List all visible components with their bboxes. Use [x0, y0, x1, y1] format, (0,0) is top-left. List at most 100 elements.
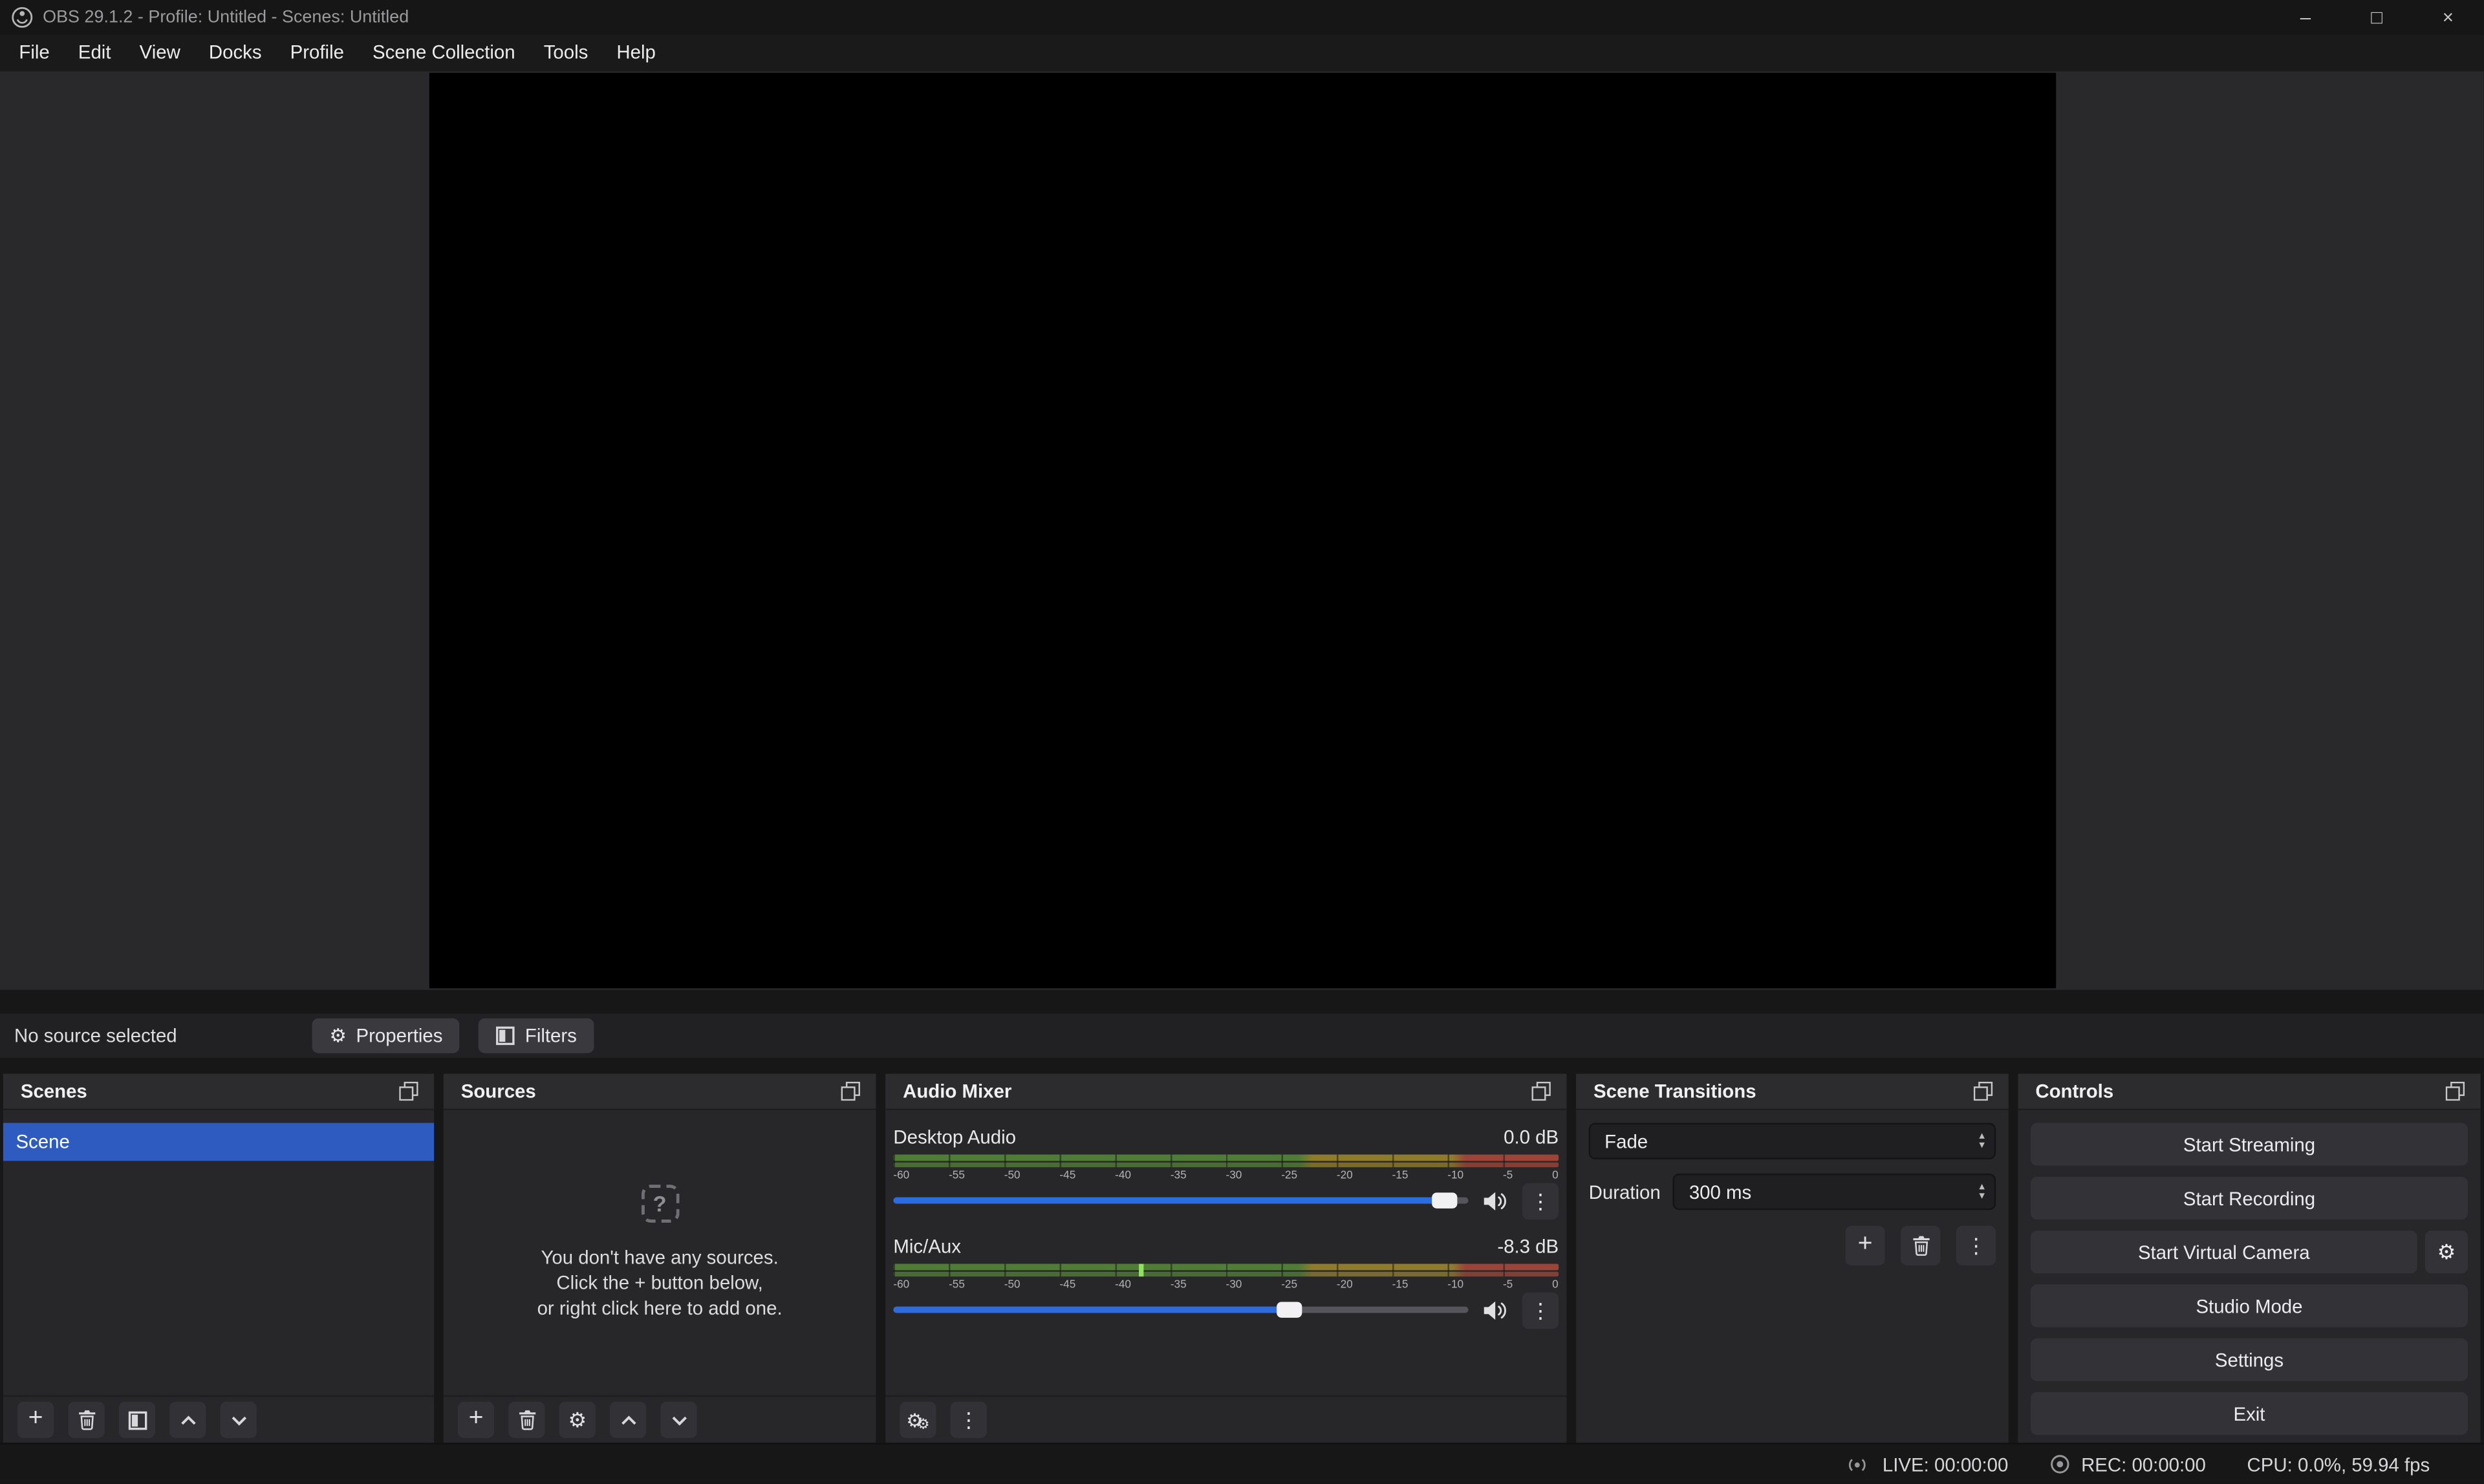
slider-handle[interactable]: [1277, 1302, 1302, 1317]
scene-transitions-panel-header[interactable]: Scene Transitions: [1576, 1074, 2009, 1110]
chevron-down-icon: [229, 1414, 248, 1426]
meter-tick: -10: [1447, 1169, 1463, 1183]
mixer-options-button[interactable]: ⋮: [951, 1402, 987, 1438]
move-source-down-button[interactable]: [660, 1402, 697, 1438]
sources-panel-header[interactable]: Sources: [444, 1074, 876, 1110]
plus-icon: +: [469, 1406, 484, 1431]
menu-item-file[interactable]: File: [5, 35, 63, 71]
filters-button[interactable]: Filters: [479, 1018, 594, 1053]
remove-scene-button[interactable]: [68, 1402, 104, 1438]
slider-handle[interactable]: [1432, 1192, 1458, 1208]
studio-mode-button[interactable]: Studio Mode: [2031, 1284, 2468, 1327]
remove-source-button[interactable]: [508, 1402, 545, 1438]
meter-tick: -5: [1503, 1169, 1513, 1183]
speaker-icon: [1483, 1300, 1508, 1320]
meter-tick: -50: [1004, 1278, 1021, 1293]
popout-icon[interactable]: [1529, 1079, 1554, 1104]
gear-icon: ⚙: [568, 1410, 587, 1430]
audio-mixer-panel-header[interactable]: Audio Mixer: [885, 1074, 1566, 1110]
transition-select[interactable]: Fade ▴▾: [1589, 1123, 1996, 1159]
live-time: LIVE: 00:00:00: [1883, 1453, 2008, 1475]
settings-button[interactable]: Settings: [2031, 1339, 2468, 1381]
docks-area: Scenes Scene +: [0, 1074, 2484, 1443]
popout-icon[interactable]: [838, 1079, 863, 1104]
statusbar: LIVE: 00:00:00 REC: 00:00:00 CPU: 0.0%, …: [0, 1443, 2484, 1484]
sources-empty-line: Click the + button below,: [556, 1270, 762, 1295]
mute-toggle-desktop-audio[interactable]: [1480, 1190, 1511, 1211]
properties-button[interactable]: ⚙ Properties: [312, 1018, 460, 1053]
mixer-channel-desktop-audio: Desktop Audio 0.0 dB -60-55-50-45-40-35-…: [893, 1124, 1559, 1213]
scenes-panel-header[interactable]: Scenes: [3, 1074, 434, 1110]
meter-tick: -35: [1171, 1278, 1187, 1293]
start-recording-button[interactable]: Start Recording: [2031, 1177, 2468, 1220]
duration-value: 300 ms: [1689, 1181, 1751, 1203]
transition-selected-value: Fade: [1604, 1130, 1648, 1152]
remove-transition-button[interactable]: [1901, 1226, 1940, 1265]
meter-tick: -15: [1392, 1278, 1409, 1293]
close-icon[interactable]: ×: [2412, 0, 2483, 35]
chevron-up-icon: [618, 1414, 637, 1426]
menu-item-docks[interactable]: Docks: [195, 35, 276, 71]
speaker-icon: [1483, 1190, 1508, 1211]
controls-panel: Controls Start Streaming Start Recording…: [2018, 1074, 2480, 1443]
volume-meter: [893, 1155, 1559, 1168]
exit-button[interactable]: Exit: [2031, 1392, 2468, 1435]
scene-list-item-selected[interactable]: Scene: [3, 1123, 434, 1161]
sources-empty-state[interactable]: ? You don't have any sources. Click the …: [444, 1110, 876, 1395]
preview-area: [0, 71, 2484, 990]
move-scene-down-button[interactable]: [220, 1402, 256, 1438]
scene-filters-icon: [127, 1410, 146, 1429]
channel-options-button[interactable]: ⋮: [1522, 1182, 1559, 1218]
scene-filters-button[interactable]: [119, 1402, 155, 1438]
menu-item-help[interactable]: Help: [602, 35, 670, 71]
meter-scale: -60-55-50-45-40-35-30-25-20-15-10-50: [893, 1278, 1559, 1293]
move-source-up-button[interactable]: [610, 1402, 646, 1438]
menu-item-view[interactable]: View: [125, 35, 195, 71]
audio-mixer-panel-title: Audio Mixer: [903, 1080, 1011, 1102]
sources-empty-line: You don't have any sources.: [541, 1245, 778, 1270]
popout-icon[interactable]: [1971, 1079, 1996, 1104]
live-signal-icon: [1844, 1455, 1872, 1474]
meter-tick: -45: [1059, 1278, 1075, 1293]
popout-icon[interactable]: [2443, 1079, 2468, 1104]
spin-down-icon[interactable]: ▾: [1979, 1192, 1985, 1201]
menu-item-scene-collection[interactable]: Scene Collection: [358, 35, 530, 71]
controls-panel-header[interactable]: Controls: [2018, 1074, 2480, 1110]
add-scene-button[interactable]: +: [17, 1402, 54, 1438]
mute-toggle-mic-aux[interactable]: [1480, 1300, 1511, 1320]
scenes-toolbar: +: [3, 1395, 434, 1443]
virtual-camera-settings-button[interactable]: ⚙: [2425, 1231, 2468, 1273]
maximize-icon[interactable]: □: [2341, 0, 2412, 35]
popout-icon[interactable]: [396, 1079, 421, 1104]
start-streaming-button[interactable]: Start Streaming: [2031, 1123, 2468, 1166]
minimize-icon[interactable]: –: [2270, 0, 2341, 35]
add-source-button[interactable]: +: [458, 1402, 494, 1438]
menu-item-profile[interactable]: Profile: [276, 35, 358, 71]
audio-mixer-panel: Audio Mixer Desktop Audio 0.0 dB: [885, 1074, 1566, 1443]
preview-canvas[interactable]: [429, 73, 2055, 989]
meter-tick: -35: [1171, 1169, 1187, 1183]
gear-icon: ⚙: [329, 1026, 346, 1045]
advanced-audio-button[interactable]: ⚙ ⚙: [900, 1402, 936, 1438]
channel-options-button[interactable]: ⋮: [1522, 1291, 1559, 1328]
duration-input[interactable]: 300 ms ▴ ▾: [1673, 1174, 1996, 1210]
move-scene-up-button[interactable]: [169, 1402, 206, 1438]
filters-button-label: Filters: [525, 1025, 577, 1047]
meter-tick: -45: [1059, 1169, 1075, 1183]
meter-tick: -5: [1503, 1278, 1513, 1293]
source-properties-button[interactable]: ⚙: [559, 1402, 596, 1438]
transition-options-button[interactable]: ⋮: [1956, 1226, 1996, 1265]
volume-slider-mic-aux[interactable]: [893, 1297, 1468, 1322]
properties-button-label: Properties: [356, 1025, 443, 1047]
meter-tick: 0: [1552, 1169, 1559, 1183]
menu-item-edit[interactable]: Edit: [64, 35, 125, 71]
add-transition-button[interactable]: +: [1845, 1226, 1885, 1265]
menu-item-tools[interactable]: Tools: [530, 35, 603, 71]
sources-panel-title: Sources: [461, 1080, 536, 1102]
start-virtual-camera-button[interactable]: Start Virtual Camera: [2031, 1231, 2417, 1273]
meter-tick: -30: [1226, 1278, 1242, 1293]
obs-logo-icon: [11, 6, 33, 28]
volume-slider-desktop-audio[interactable]: [893, 1188, 1468, 1213]
record-dot-icon: [2049, 1454, 2070, 1474]
meter-tick: -20: [1337, 1278, 1353, 1293]
